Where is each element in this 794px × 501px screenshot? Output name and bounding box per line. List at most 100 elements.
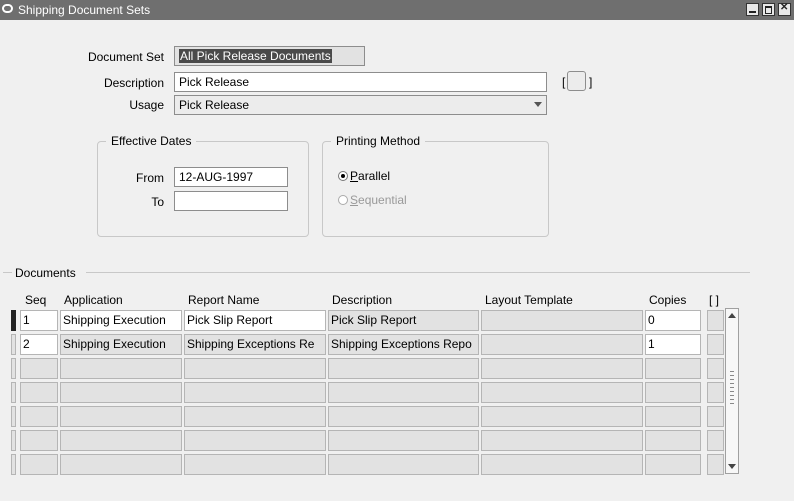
title-bar: Shipping Document Sets: [0, 0, 794, 20]
table-cell-report-name[interactable]: [184, 358, 326, 379]
table-cell-description[interactable]: Pick Slip Report: [328, 310, 479, 331]
effective-dates-title: Effective Dates: [106, 134, 197, 148]
description-label: Description: [103, 76, 164, 90]
to-label: To: [151, 195, 164, 209]
parallel-radio[interactable]: [338, 171, 348, 181]
printing-method-group: [322, 141, 549, 237]
documents-divider-left: [3, 272, 12, 273]
row-indicator[interactable]: [11, 454, 16, 475]
col-flex: [ ]: [709, 293, 720, 307]
scroll-down-icon[interactable]: [728, 464, 736, 469]
effective-dates-group: [97, 141, 309, 237]
from-date-field[interactable]: 12-AUG-1997: [174, 167, 288, 187]
table-cell-application[interactable]: [60, 358, 182, 379]
table-cell-description[interactable]: [328, 430, 479, 451]
chevron-down-icon: [534, 102, 542, 107]
document-set-field[interactable]: All Pick Release Documents: [174, 46, 365, 66]
table-cell-flex[interactable]: [707, 334, 724, 355]
table-cell-flex[interactable]: [707, 430, 724, 451]
row-indicator[interactable]: [11, 406, 16, 427]
table-cell-flex[interactable]: [707, 406, 724, 427]
col-copies: Copies: [649, 293, 687, 307]
table-cell-application[interactable]: [60, 406, 182, 427]
row-indicator-current[interactable]: [11, 310, 16, 331]
table-cell-report-name[interactable]: [184, 406, 326, 427]
printing-method-title: Printing Method: [331, 134, 426, 148]
table-cell-seq[interactable]: 1: [20, 310, 58, 331]
table-cell-layout-template[interactable]: [481, 310, 643, 331]
col-application: Application: [64, 293, 123, 307]
table-cell-copies[interactable]: [645, 454, 701, 475]
usage-select[interactable]: Pick Release: [174, 95, 547, 115]
table-cell-seq[interactable]: [20, 454, 58, 475]
table-cell-copies[interactable]: [645, 406, 701, 427]
table-cell-copies[interactable]: 1: [645, 334, 701, 355]
scroll-up-icon[interactable]: [728, 313, 736, 318]
table-cell-application[interactable]: Shipping Execution: [60, 310, 182, 331]
sequential-label[interactable]: Sequential: [350, 193, 407, 207]
usage-value: Pick Release: [179, 98, 250, 112]
row-indicator[interactable]: [11, 358, 16, 379]
row-indicator[interactable]: [11, 430, 16, 451]
table-cell-application[interactable]: [60, 430, 182, 451]
app-icon: [2, 4, 13, 13]
minimize-button[interactable]: [746, 3, 759, 16]
table-cell-application[interactable]: Shipping Execution: [60, 334, 182, 355]
parallel-label[interactable]: Parallel: [350, 169, 390, 183]
col-seq: Seq: [25, 293, 47, 307]
row-indicator[interactable]: [11, 334, 16, 355]
table-cell-layout-template[interactable]: [481, 358, 643, 379]
col-layout-template: Layout Template: [485, 293, 573, 307]
documents-title: Documents: [15, 266, 76, 280]
table-cell-layout-template[interactable]: [481, 430, 643, 451]
col-description: Description: [332, 293, 393, 307]
table-cell-report-name[interactable]: Pick Slip Report: [184, 310, 326, 331]
table-cell-flex[interactable]: [707, 382, 724, 403]
table-cell-flex[interactable]: [707, 310, 724, 331]
table-cell-flex[interactable]: [707, 454, 724, 475]
maximize-button[interactable]: [762, 3, 775, 16]
documents-divider-right: [86, 272, 750, 273]
table-cell-copies[interactable]: [645, 382, 701, 403]
table-cell-description[interactable]: Shipping Exceptions Repo: [328, 334, 479, 355]
table-cell-seq[interactable]: [20, 358, 58, 379]
table-cell-copies[interactable]: 0: [645, 310, 701, 331]
table-cell-report-name[interactable]: [184, 382, 326, 403]
table-cell-seq[interactable]: [20, 430, 58, 451]
flex-bracket-right: ]: [589, 75, 593, 89]
table-cell-description[interactable]: [328, 382, 479, 403]
usage-label: Usage: [129, 98, 164, 112]
table-cell-description[interactable]: [328, 406, 479, 427]
flex-bracket-left: [: [562, 75, 566, 89]
table-cell-copies[interactable]: [645, 358, 701, 379]
table-cell-application[interactable]: [60, 454, 182, 475]
flexfield-button[interactable]: [567, 71, 586, 91]
table-cell-report-name[interactable]: [184, 430, 326, 451]
col-report-name: Report Name: [188, 293, 260, 307]
table-cell-description[interactable]: [328, 358, 479, 379]
table-cell-report-name[interactable]: [184, 454, 326, 475]
table-cell-flex[interactable]: [707, 358, 724, 379]
scroll-grip-icon[interactable]: [730, 371, 734, 405]
table-cell-report-name[interactable]: Shipping Exceptions Re: [184, 334, 326, 355]
table-cell-description[interactable]: [328, 454, 479, 475]
table-cell-layout-template[interactable]: [481, 406, 643, 427]
table-cell-layout-template[interactable]: [481, 454, 643, 475]
description-field[interactable]: Pick Release: [174, 72, 547, 92]
document-set-value: All Pick Release Documents: [179, 49, 332, 63]
from-label: From: [136, 171, 164, 185]
table-cell-seq[interactable]: 2: [20, 334, 58, 355]
table-cell-seq[interactable]: [20, 406, 58, 427]
row-indicator[interactable]: [11, 382, 16, 403]
document-set-label: Document Set: [87, 50, 164, 64]
to-date-field[interactable]: [174, 191, 288, 211]
window-title: Shipping Document Sets: [18, 3, 151, 17]
sequential-radio[interactable]: [338, 195, 348, 205]
documents-scrollbar[interactable]: [725, 308, 739, 474]
close-button[interactable]: [778, 2, 791, 16]
table-cell-layout-template[interactable]: [481, 334, 643, 355]
table-cell-layout-template[interactable]: [481, 382, 643, 403]
table-cell-seq[interactable]: [20, 382, 58, 403]
table-cell-copies[interactable]: [645, 430, 701, 451]
table-cell-application[interactable]: [60, 382, 182, 403]
